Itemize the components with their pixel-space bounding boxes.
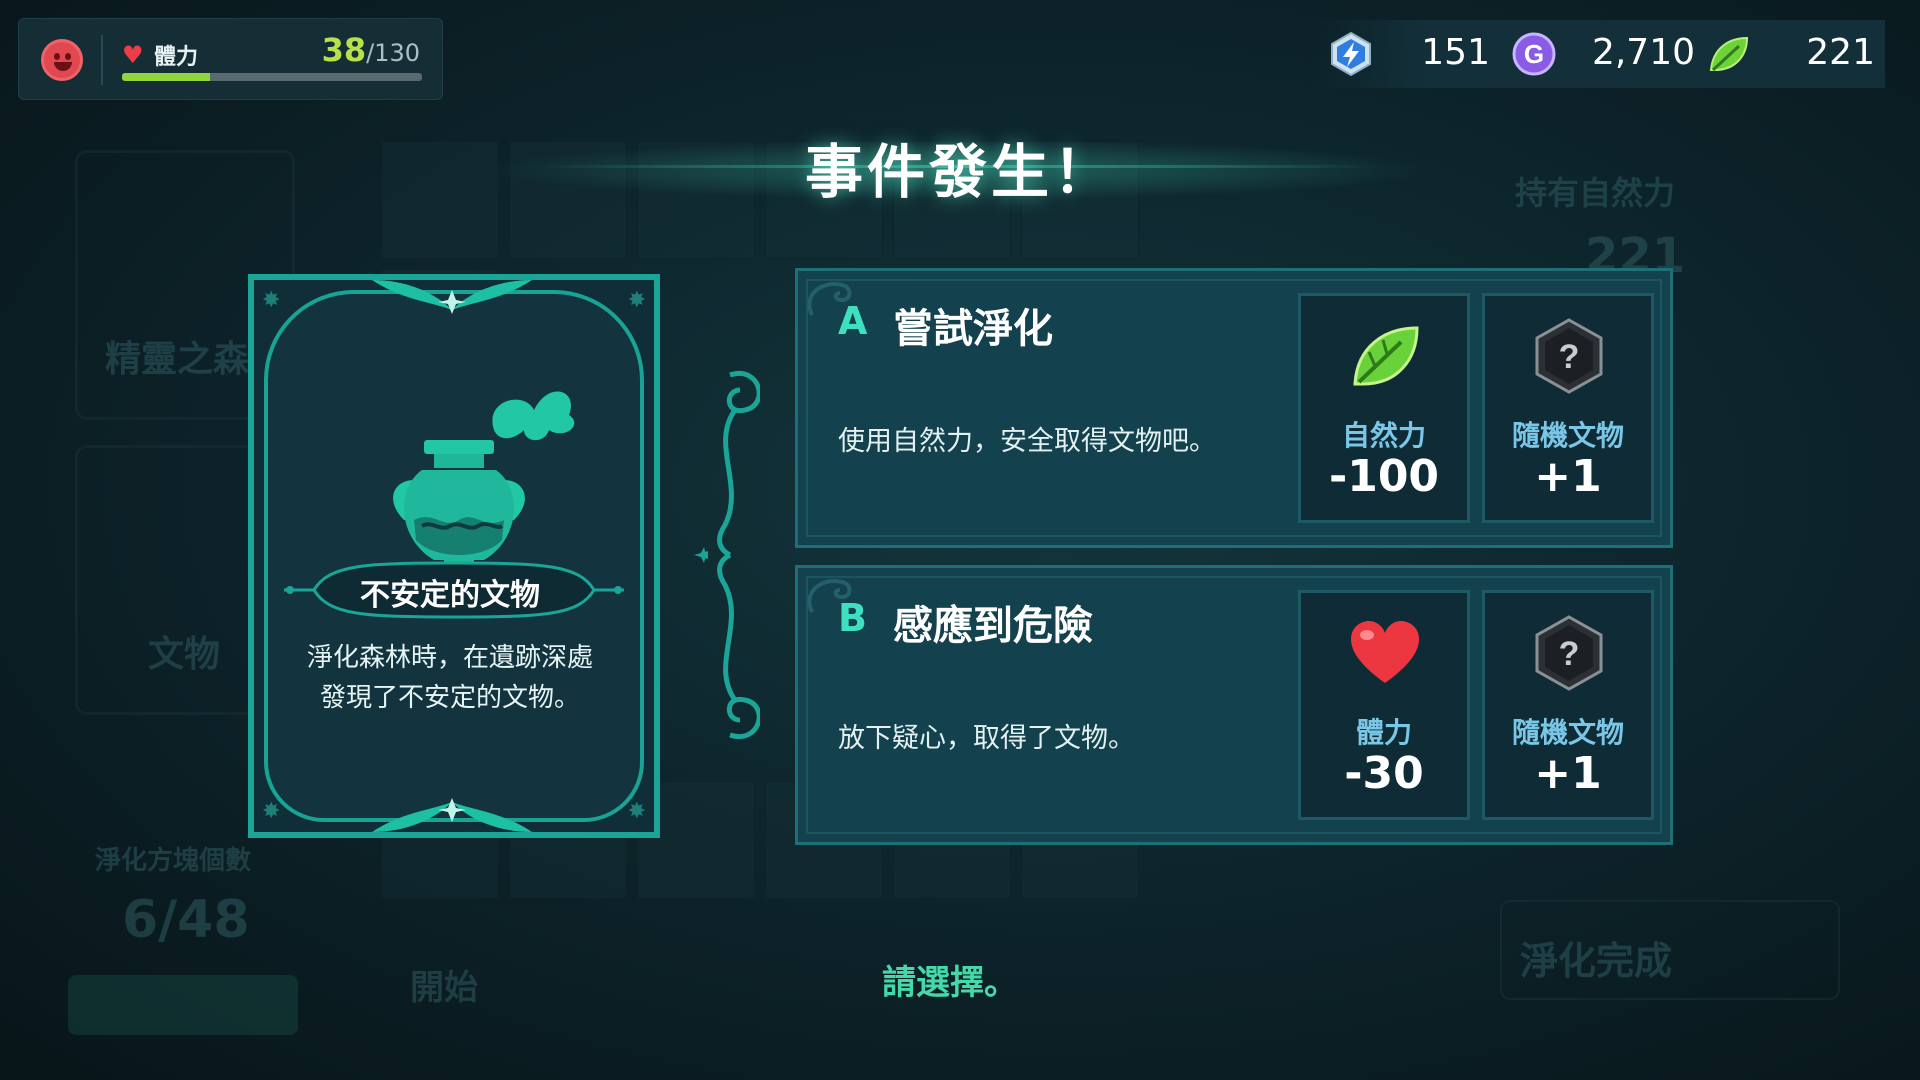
svg-text:?: ? bbox=[1559, 338, 1580, 376]
corner-star-icon: ✸ bbox=[262, 288, 281, 313]
event-card: ✸ ✸ ✸ ✸ 不安定的文物 淨化森林時，在遺跡深處 發現了不安定的文物。 bbox=[248, 274, 660, 838]
option-a-description: 使用自然力，安全取得文物吧。 bbox=[838, 426, 1216, 457]
event-title: 事件發生！ bbox=[804, 138, 1115, 206]
lightning-gem-icon bbox=[1331, 31, 1371, 77]
corner-star-icon: ✸ bbox=[627, 799, 646, 824]
event-card-description-line: 發現了不安定的文物。 bbox=[319, 683, 580, 713]
hp-value: 38/130 bbox=[322, 31, 420, 69]
heart-icon: ♥ bbox=[122, 41, 144, 69]
reward-value: +1 bbox=[1534, 748, 1602, 799]
hp-panel: ♥ 體力 38/130 bbox=[18, 18, 443, 100]
hp-bar bbox=[122, 73, 422, 81]
corner-star-icon: ✸ bbox=[262, 799, 281, 824]
option-b[interactable]: B 感應到危險 放下疑心，取得了文物。 體力 -30 ? 隨機文物 +1 bbox=[795, 565, 1673, 845]
reward-value: +1 bbox=[1534, 451, 1602, 502]
background-purify-count: 6/48 bbox=[122, 890, 250, 950]
background-purify-count-label: 淨化方塊個數 bbox=[95, 846, 252, 876]
g-coin-icon: G bbox=[1512, 32, 1556, 76]
currency-bar: 151 G 2,710 221 bbox=[1315, 20, 1885, 88]
swirl-ornament-icon bbox=[694, 370, 760, 740]
mood-face-icon[interactable] bbox=[41, 39, 83, 81]
reward-label: 隨機文物 bbox=[1511, 716, 1624, 749]
option-a-reward-artifact: ? 隨機文物 +1 bbox=[1482, 293, 1654, 523]
leaf-icon bbox=[1709, 36, 1749, 72]
option-a-reward-nature: 自然力 -100 bbox=[1298, 293, 1470, 523]
option-b-title: 感應到危險 bbox=[893, 603, 1093, 649]
svg-text:G: G bbox=[1524, 39, 1544, 69]
event-card-description: 淨化森林時，在遺跡深處 發現了不安定的文物。 bbox=[274, 638, 626, 718]
option-a-title: 嘗試淨化 bbox=[893, 306, 1053, 352]
event-card-name: 不安定的文物 bbox=[360, 578, 540, 613]
leaf-ornament-icon bbox=[372, 280, 532, 314]
choose-prompt: 請選擇。 bbox=[882, 963, 1018, 1003]
hp-bar-fill bbox=[122, 73, 210, 81]
option-b-letter: B bbox=[838, 596, 867, 640]
currency-nature[interactable]: 221 bbox=[1705, 20, 1885, 88]
heart-icon bbox=[1351, 621, 1419, 683]
mystery-hexagon-icon: ? bbox=[1535, 318, 1603, 394]
svg-text:?: ? bbox=[1559, 635, 1580, 673]
mystery-hexagon-icon: ? bbox=[1535, 615, 1603, 691]
option-b-reward-hp: 體力 -30 bbox=[1298, 590, 1470, 820]
reward-value: -100 bbox=[1328, 451, 1440, 502]
hp-current: 38 bbox=[321, 31, 367, 69]
currency-energy[interactable]: 151 bbox=[1315, 20, 1505, 88]
reward-value: -30 bbox=[1344, 748, 1424, 799]
leaf-ornament-icon bbox=[372, 798, 532, 832]
event-card-description-line: 淨化森林時，在遺跡深處 bbox=[306, 643, 593, 673]
game-screen: 精靈之森 文物 淨化方塊個數 6/48 開始 持有自然力 221 淨化完成 ♥ … bbox=[0, 0, 1920, 1080]
corner-star-icon: ✸ bbox=[627, 288, 646, 313]
option-a-letter: A bbox=[838, 299, 868, 343]
hp-max: /130 bbox=[366, 39, 420, 67]
hud-divider bbox=[101, 35, 103, 85]
currency-gcoin-value: 2,710 bbox=[1591, 32, 1695, 73]
reward-label: 隨機文物 bbox=[1511, 419, 1624, 452]
reward-label: 自然力 bbox=[1341, 419, 1426, 452]
leaf-icon bbox=[1353, 326, 1419, 386]
background-artifact-label: 文物 bbox=[148, 634, 221, 675]
currency-nature-value: 221 bbox=[1806, 32, 1875, 73]
option-a[interactable]: A 嘗試淨化 使用自然力，安全取得文物吧。 自然力 -100 ? 隨機文物 +1 bbox=[795, 268, 1673, 548]
hp-label: 體力 bbox=[154, 45, 199, 70]
reward-label: 體力 bbox=[1355, 716, 1412, 749]
option-b-description: 放下疑心，取得了文物。 bbox=[838, 723, 1135, 754]
currency-gcoin[interactable]: G 2,710 bbox=[1510, 20, 1700, 88]
option-b-reward-artifact: ? 隨機文物 +1 bbox=[1482, 590, 1654, 820]
currency-energy-value: 151 bbox=[1421, 32, 1490, 73]
background-forest-label: 精靈之森 bbox=[105, 339, 250, 380]
